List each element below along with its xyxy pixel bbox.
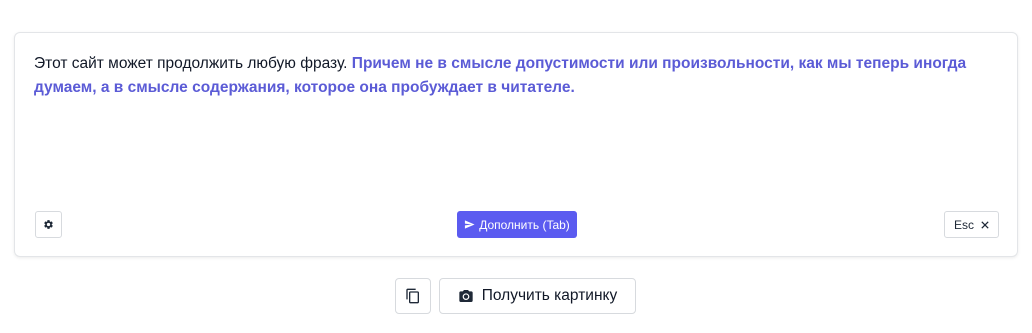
escape-button-label: Esc — [953, 217, 974, 232]
editor-card: Этот сайт может продолжить любую фразу. … — [14, 32, 1018, 257]
prompt-text: Этот сайт может продолжить любую фразу. — [34, 55, 348, 72]
text-editor[interactable]: Этот сайт может продолжить любую фразу. … — [34, 52, 997, 100]
get-picture-label: Получить картинку — [481, 287, 618, 304]
send-icon — [464, 219, 475, 230]
camera-icon — [458, 288, 474, 304]
close-icon — [981, 220, 989, 229]
copy-button[interactable] — [395, 278, 431, 314]
complete-button-label: Дополнить (Tab) — [479, 217, 570, 232]
settings-button[interactable] — [35, 211, 62, 238]
complete-button[interactable]: Дополнить (Tab) — [457, 211, 577, 238]
get-picture-button[interactable]: Получить картинку — [439, 278, 636, 314]
copy-icon — [405, 288, 421, 304]
gear-icon — [43, 219, 54, 230]
escape-button[interactable]: Esc — [944, 211, 999, 238]
